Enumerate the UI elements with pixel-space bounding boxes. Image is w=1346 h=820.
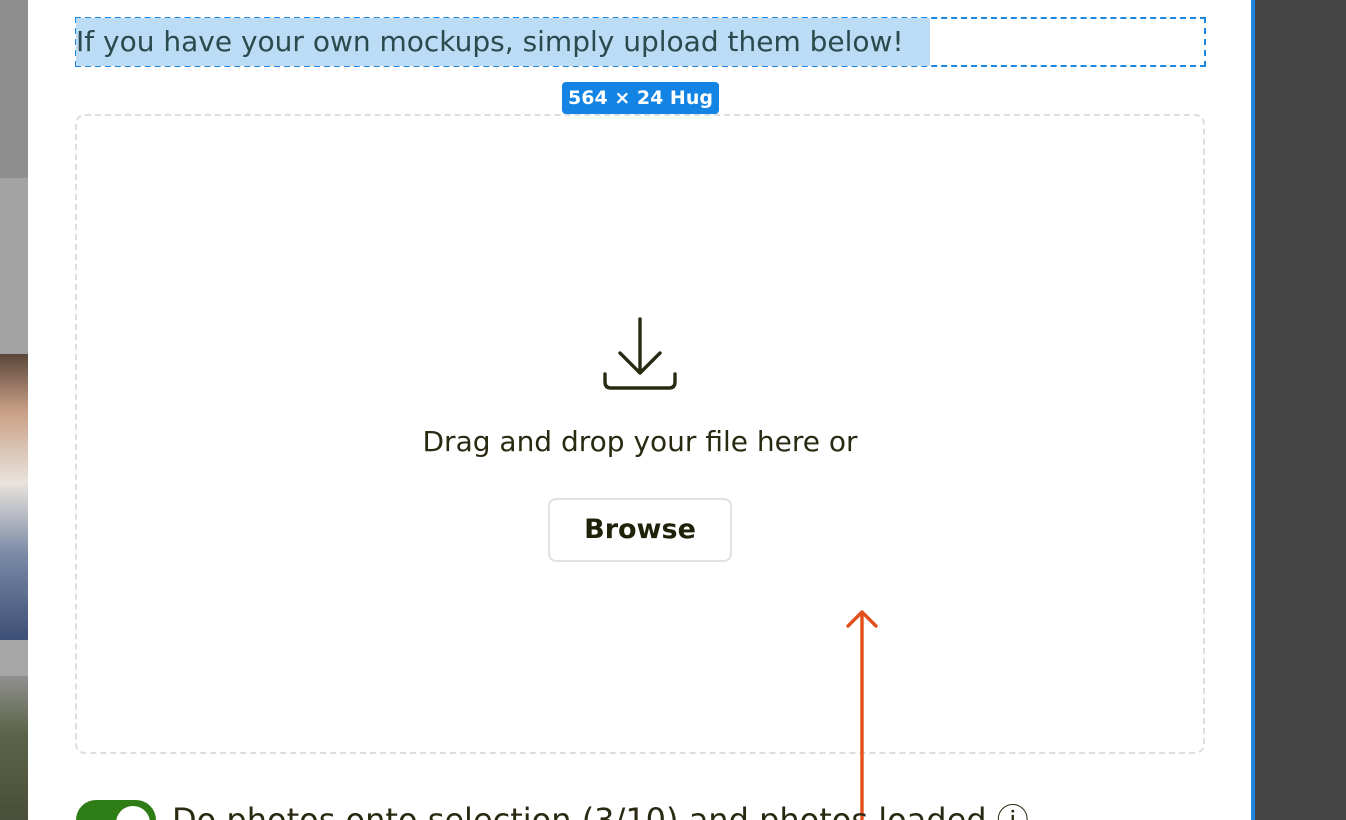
annotation-arrow-icon — [846, 610, 878, 820]
background-photo — [0, 354, 28, 640]
canvas-background-right — [1255, 0, 1346, 820]
toggle-label: Do photos onto selection (3/10) and phot… — [172, 801, 1029, 820]
selection-size-badge: 564 × 24 Hug — [562, 82, 719, 114]
background-panel — [0, 640, 28, 676]
browse-button[interactable]: Browse — [548, 498, 732, 562]
background-photo — [0, 676, 28, 820]
download-icon — [603, 317, 677, 390]
frame-selection-edge — [1251, 0, 1255, 820]
background-panel — [0, 0, 28, 178]
background-page-left — [0, 0, 28, 820]
upload-heading[interactable]: If you have your own mockups, simply upl… — [76, 18, 930, 66]
background-panel — [0, 178, 28, 354]
dropzone-prompt: Drag and drop your file here or — [422, 425, 858, 458]
